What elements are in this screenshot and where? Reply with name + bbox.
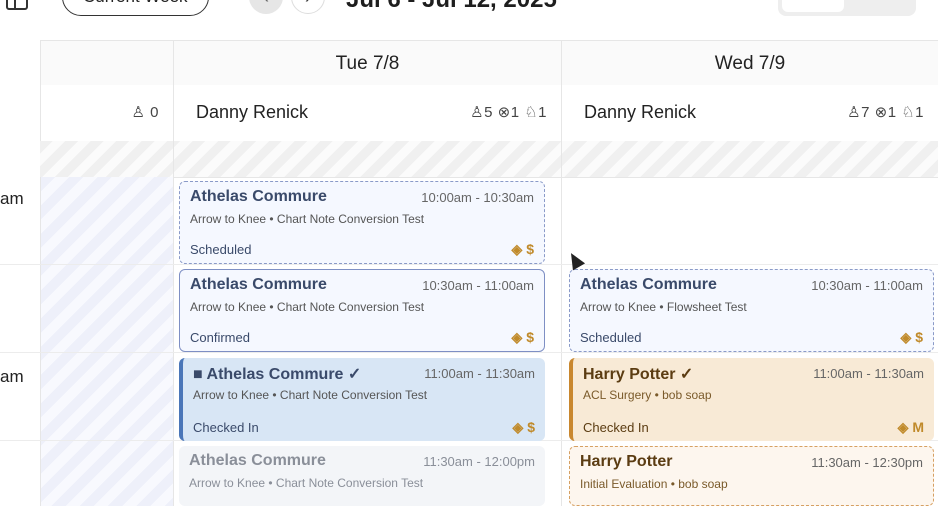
appointment-title: Athelas Commure bbox=[190, 276, 327, 293]
appointment-title: Harry Potter bbox=[580, 453, 673, 470]
provider-stats: ♙ 0 bbox=[131, 104, 159, 121]
current-week-button[interactable]: Current Week bbox=[62, 0, 209, 16]
previous-week-button[interactable]: ‹ bbox=[249, 0, 283, 14]
calendar-view-option[interactable] bbox=[782, 0, 844, 12]
appointment-time: 11:00am - 11:30am bbox=[813, 366, 924, 381]
appointment-card[interactable]: Harry Potter 11:30am - 12:30pm Initial E… bbox=[569, 446, 934, 506]
day-header-prev bbox=[40, 41, 173, 86]
sidebar-toggle-icon[interactable] bbox=[6, 0, 28, 10]
appointment-title: Athelas Commure bbox=[580, 276, 717, 293]
appointment-time: 10:00am - 10:30am bbox=[421, 190, 534, 205]
unavailable-column bbox=[40, 177, 174, 506]
appointment-subtitle: Initial Evaluation • bob soap bbox=[580, 477, 728, 491]
provider-name: Danny Renick bbox=[584, 102, 697, 122]
appointment-subtitle: Arrow to Knee • Chart Note Conversion Te… bbox=[190, 300, 425, 314]
appointment-time: 11:30am - 12:00pm bbox=[423, 454, 535, 469]
appointment-status: Scheduled bbox=[190, 242, 252, 257]
time-column: am am bbox=[0, 40, 40, 506]
appointment-time: 10:30am - 11:00am bbox=[422, 278, 534, 293]
appointment-time: 11:30am - 12:30pm bbox=[811, 455, 923, 470]
next-week-button[interactable]: › bbox=[291, 0, 325, 14]
view-toggle[interactable] bbox=[778, 0, 916, 16]
appointment-card[interactable]: Athelas Commure 11:30am - 12:00pm Arrow … bbox=[179, 446, 545, 506]
calendar-toolbar: Current Week ‹ › Jul 6 - Jul 12, 2025 bbox=[0, 0, 938, 40]
appointment-card[interactable]: ■ Athelas Commure ✓ 11:00am - 11:30am Ar… bbox=[179, 358, 545, 441]
appointment-status: Checked In bbox=[193, 420, 259, 435]
time-label: am bbox=[0, 367, 24, 386]
billing-icons: ◈ $ bbox=[511, 241, 534, 257]
day-header-wed[interactable]: Wed 7/9 bbox=[561, 41, 938, 86]
hour-divider bbox=[0, 264, 938, 265]
date-range-title: Jul 6 - Jul 12, 2025 bbox=[346, 0, 557, 14]
provider-cell-prev: ♙ 0 bbox=[40, 85, 173, 141]
hour-divider bbox=[0, 352, 938, 353]
day-header-row: Tue 7/8 Wed 7/9 bbox=[40, 40, 938, 87]
billing-icons: ◈ M bbox=[897, 419, 924, 435]
appointment-title: ■ Athelas Commure ✓ bbox=[193, 366, 362, 383]
provider-row: ♙ 0 Danny Renick ♙5 ⊗1 ♘1 Danny Renick ♙… bbox=[40, 85, 938, 142]
appointment-subtitle: ACL Surgery • bob soap bbox=[583, 388, 712, 402]
appointment-subtitle: Arrow to Knee • Chart Note Conversion Te… bbox=[189, 476, 424, 490]
appointment-status: Scheduled bbox=[580, 330, 642, 345]
appointment-title: Athelas Commure bbox=[189, 452, 326, 469]
provider-stats: ♙7 ⊗1 ♘1 bbox=[847, 104, 924, 121]
day-header-tue[interactable]: Tue 7/8 bbox=[173, 41, 561, 86]
appointment-title: Harry Potter ✓ bbox=[583, 366, 694, 383]
time-label: am bbox=[0, 189, 24, 208]
appointment-time: 10:30am - 11:00am bbox=[811, 278, 923, 293]
calendar-grid: am am Tue 7/8 Wed 7/9 ♙ 0 Danny Renick ♙… bbox=[0, 40, 938, 506]
billing-icons: ◈ $ bbox=[900, 329, 923, 345]
appointment-time: 11:00am - 11:30am bbox=[424, 366, 535, 381]
appointment-status: Confirmed bbox=[190, 330, 250, 345]
appointment-subtitle: Arrow to Knee • Chart Note Conversion Te… bbox=[193, 388, 428, 402]
billing-icons: ◈ $ bbox=[511, 329, 534, 345]
column-divider bbox=[173, 141, 174, 506]
appointment-card[interactable]: Athelas Commure 10:30am - 11:00am Arrow … bbox=[179, 269, 545, 352]
appointment-subtitle: Arrow to Knee • Flowsheet Test bbox=[580, 300, 747, 314]
appointment-title: Athelas Commure bbox=[190, 188, 327, 205]
appointment-card[interactable]: Harry Potter ✓ 11:00am - 11:30am ACL Sur… bbox=[569, 358, 934, 441]
provider-name: Danny Renick bbox=[196, 102, 309, 122]
provider-stats: ♙5 ⊗1 ♘1 bbox=[470, 104, 547, 121]
provider-cell-wed[interactable]: Danny Renick ♙7 ⊗1 ♘1 bbox=[561, 85, 938, 141]
appointment-subtitle: Arrow to Knee • Chart Note Conversion Te… bbox=[190, 212, 425, 226]
column-divider bbox=[561, 141, 562, 506]
appointment-card[interactable]: Athelas Commure 10:30am - 11:00am Arrow … bbox=[569, 269, 934, 352]
appointment-status: Checked In bbox=[583, 420, 649, 435]
provider-cell-tue[interactable]: Danny Renick ♙5 ⊗1 ♘1 bbox=[173, 85, 561, 141]
all-day-row bbox=[40, 141, 938, 178]
appointment-card[interactable]: Athelas Commure 10:00am - 10:30am Arrow … bbox=[179, 181, 545, 264]
billing-icons: ◈ $ bbox=[512, 419, 535, 435]
